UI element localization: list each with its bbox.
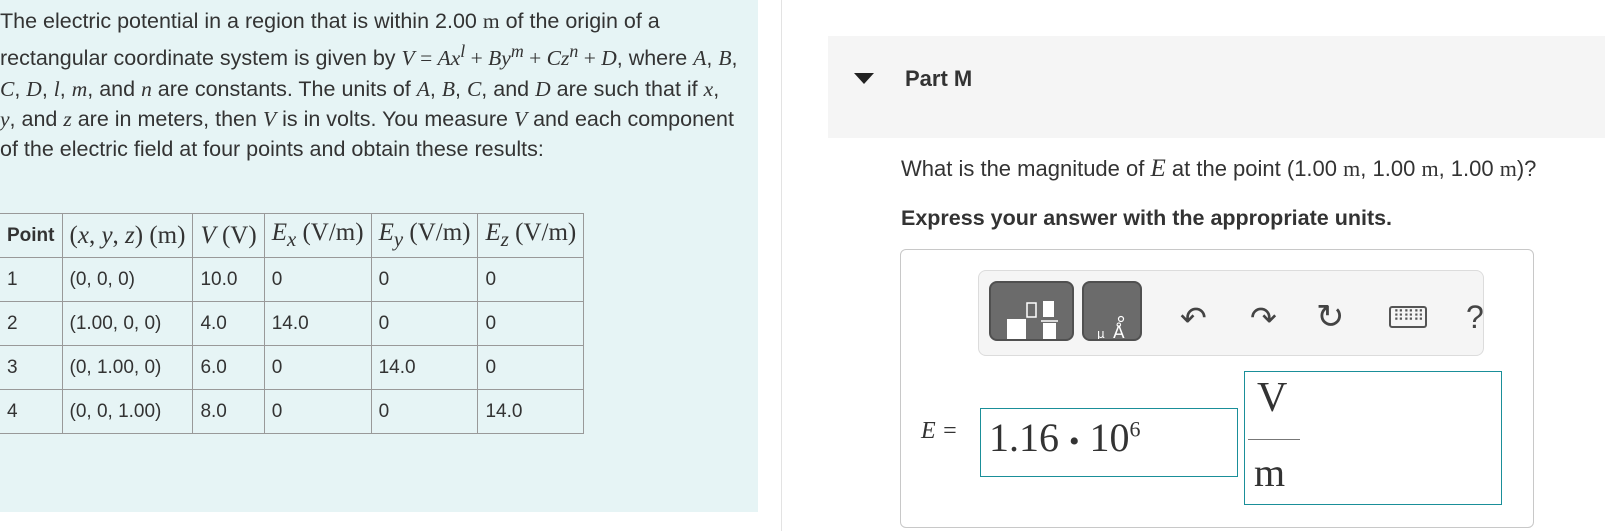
table-row: 3 (0, 1.00, 0) 6.0 0 14.0 0	[0, 345, 585, 390]
header-ex: Ex (V/m)	[263, 213, 372, 258]
answer-instruction: Express your answer with the appropriate…	[901, 206, 1393, 230]
table-cell: 0	[477, 257, 585, 302]
help-icon[interactable]: ?	[1466, 299, 1484, 336]
table-cell: 0	[263, 345, 372, 390]
table-cell: 0	[370, 257, 479, 302]
templates-button[interactable]	[989, 281, 1074, 341]
table-body: 1 (0, 0, 0) 10.0 0 0 0 2 (1.00, 0, 0) 4.0 14.0 0 0 3…	[0, 257, 585, 434]
templates-icon	[1007, 301, 1058, 339]
header-ez: Ez (V/m)	[477, 213, 585, 258]
value-input[interactable]: 1.16 • 106	[980, 408, 1238, 477]
table-cell: 3	[0, 345, 63, 390]
value-dot: •	[1069, 425, 1080, 458]
header-coordinates: (x, y, z) (m)	[61, 213, 194, 258]
table-cell: 6.0	[192, 345, 265, 390]
table-cell: 0	[370, 389, 479, 434]
unit-numerator: V	[1257, 375, 1288, 421]
svg-text:μ: μ	[1097, 327, 1105, 339]
table-cell: 0	[263, 257, 372, 302]
problem-intro: The electric potential in a region that …	[0, 9, 477, 33]
panel-divider	[781, 0, 782, 531]
problem-panel: The electric potential in a region that …	[0, 0, 758, 512]
question-text: What is the magnitude of E at the point …	[901, 155, 1537, 182]
undo-icon[interactable]: ↶	[1180, 299, 1207, 337]
unit-denominator: m	[1254, 450, 1286, 495]
value-exponent: 6	[1129, 416, 1141, 442]
reset-icon[interactable]: ↻	[1316, 297, 1345, 337]
table-cell: 2	[0, 301, 63, 346]
potential-equation: V = Axl + Bym + Czn + D	[401, 41, 617, 71]
table-cell: (0, 0, 0)	[61, 257, 194, 302]
where-text: , where	[616, 46, 688, 71]
header-point: Point	[0, 213, 63, 258]
value-mantissa: 1.16	[989, 415, 1059, 460]
table-cell: 10.0	[192, 257, 265, 302]
table-row: 4 (0, 0, 1.00) 8.0 0 0 14.0	[0, 389, 585, 434]
svg-text:Å: Å	[1113, 321, 1125, 339]
fraction-bar	[1248, 439, 1300, 440]
table-cell: 0	[370, 301, 479, 346]
table-row: 1 (0, 0, 0) 10.0 0 0 0	[0, 257, 585, 302]
value-base: 10	[1089, 415, 1130, 460]
caret-down-icon[interactable]	[854, 73, 874, 84]
table-cell: 14.0	[370, 345, 479, 390]
table-cell: 8.0	[192, 389, 265, 434]
keyboard-icon[interactable]: ⠿⠿⠿	[1389, 306, 1427, 328]
unit-input[interactable]: V m	[1244, 371, 1502, 505]
table-cell: 0	[477, 301, 585, 346]
redo-icon[interactable]: ↷	[1250, 299, 1277, 337]
measurement-table: Point (x, y, z) (m) V (V) Ex (V/m) Ey (V…	[0, 213, 585, 434]
table-cell: 4.0	[192, 301, 265, 346]
problem-statement: The electric potential in a region that …	[0, 9, 738, 161]
table-cell: 0	[477, 345, 585, 390]
table-cell: 0	[263, 389, 372, 434]
part-title: Part M	[905, 66, 973, 91]
table-cell: 1	[0, 257, 63, 302]
table-cell: 14.0	[263, 301, 372, 346]
table-cell: (1.00, 0, 0)	[61, 301, 194, 346]
units-icon: Å μ	[1097, 315, 1125, 343]
table-cell: 4	[0, 389, 63, 434]
table-row: 2 (1.00, 0, 0) 4.0 14.0 0 0	[0, 301, 585, 346]
part-header[interactable]: Part M	[828, 36, 1605, 138]
table-header-row: Point (x, y, z) (m) V (V) Ex (V/m) Ey (V…	[0, 213, 585, 258]
math-toolbar: Å μ ↶ ↷ ↻ ⠿⠿⠿ ?	[978, 270, 1484, 356]
table-cell: (0, 0, 1.00)	[61, 389, 194, 434]
table-cell: 14.0	[477, 389, 585, 434]
table-cell: (0, 1.00, 0)	[61, 345, 194, 390]
header-potential: V (V)	[192, 213, 265, 258]
constants-text: are constants. The units of	[157, 76, 411, 101]
units-button[interactable]: Å μ	[1082, 281, 1142, 343]
header-ey: Ey (V/m)	[370, 213, 479, 258]
radius-unit: m	[482, 9, 500, 33]
answer-label: E =	[921, 418, 958, 444]
